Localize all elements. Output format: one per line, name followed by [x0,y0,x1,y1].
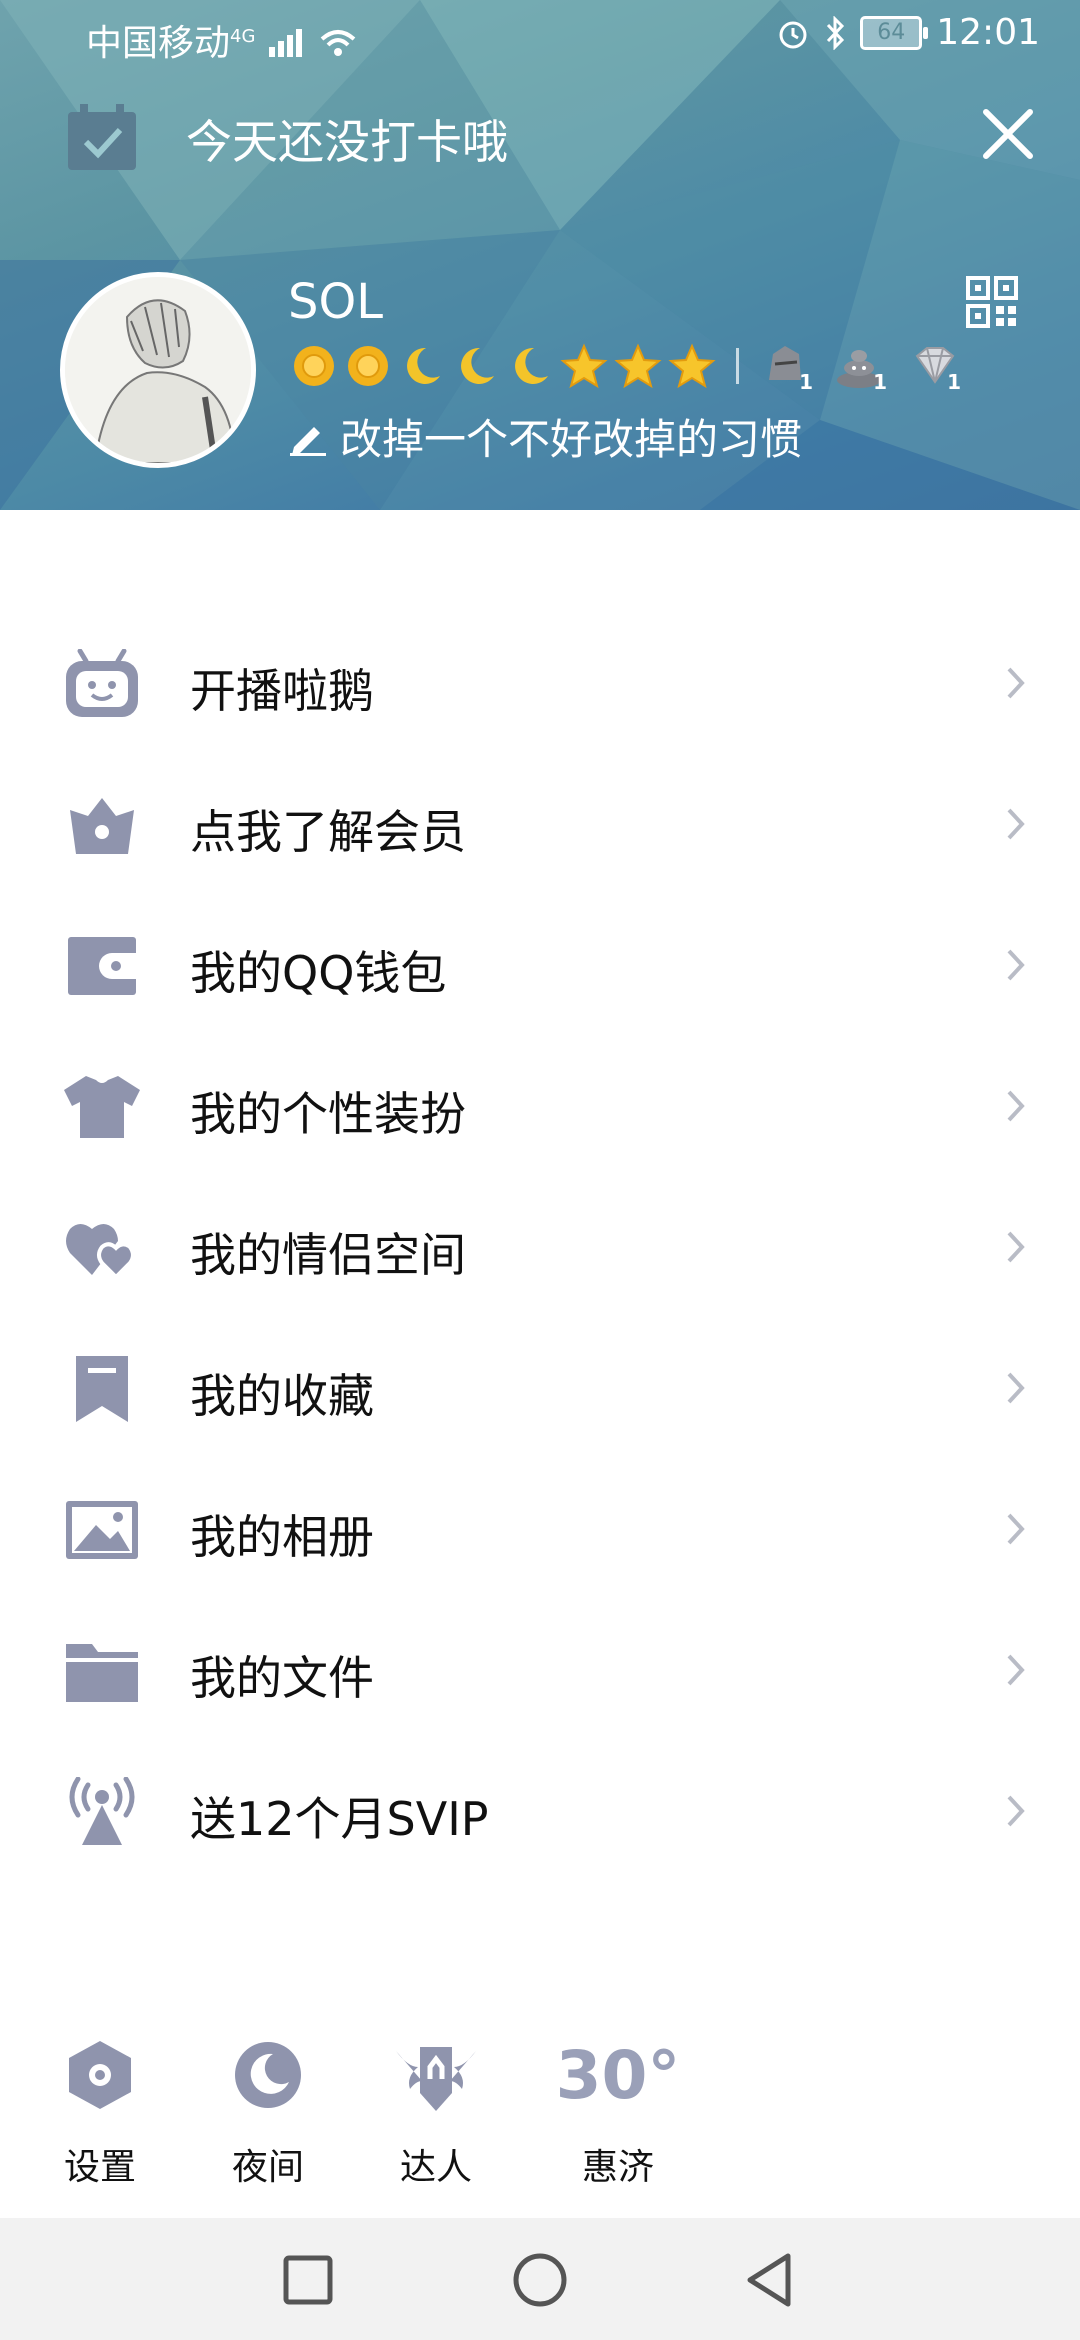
crown-icon [70,798,134,854]
menu-item-label: 我的文件 [190,1651,374,1705]
level-separator [736,348,739,384]
wifi-icon [321,30,356,56]
drawer-menu: 开播啦鹅 点我了解会员 我的QQ钱包 我的个性装扮 我的情侣空间 我的收藏 我的… [0,613,1080,1882]
carrier-label: 中国移动 [86,23,231,64]
wallet-icon [68,937,136,995]
sun-level-icon [294,346,334,386]
home-circle-icon[interactable] [508,2248,572,2312]
night-mode-label: 夜间 [231,2147,304,2188]
poop-badge-count: 1 [873,370,887,394]
menu-item-label: 我的QQ钱包 [190,946,447,1000]
carrier-name: 中国移动4G [86,14,358,66]
pencil-icon [290,426,326,456]
chevron-right-icon [1007,1654,1025,1686]
weather-button[interactable]: 30° 惠济 [548,2030,688,2190]
profile-header: 中国移动4G 64 12:01 今天还没打卡哦 SOL 1 1 1 改掉一个不好… [0,0,1080,510]
bluetooth-icon [827,15,845,50]
signal-icon [268,29,302,57]
moon-level-icon [407,347,440,384]
star-level-icon [560,343,608,389]
chevron-right-icon [1007,667,1025,699]
menu-item-label: 开播啦鹅 [190,664,374,718]
chevron-right-icon [1007,1090,1025,1122]
chevron-right-icon [1007,1231,1025,1263]
star-level-icon [668,343,716,389]
menu-item-wallet[interactable]: 我的QQ钱包 [0,895,1080,1036]
broadcast-icon [69,1777,135,1845]
menu-item-label: 我的情侣空间 [190,1228,466,1282]
menu-item-label: 我的收藏 [190,1369,374,1423]
menu-item-album[interactable]: 我的相册 [0,1459,1080,1600]
star-level-icon [614,343,662,389]
folder-icon [66,1644,138,1702]
network-type: 4G [230,26,256,47]
menu-item-live[interactable]: 开播啦鹅 [0,613,1080,754]
recents-square-icon[interactable] [276,2248,340,2312]
city-label: 惠济 [581,2147,654,2188]
settings-hexagon-icon [69,2041,131,2109]
menu-item-couple[interactable]: 我的情侣空间 [0,1177,1080,1318]
menu-item-vip[interactable]: 点我了解会员 [0,754,1080,895]
chevron-right-icon [1007,808,1025,840]
close-icon[interactable] [976,102,1040,166]
chevron-right-icon [1007,1513,1025,1545]
expert-label: 达人 [399,2147,472,2188]
bookmark-icon [76,1356,128,1422]
photo-icon [66,1501,138,1559]
knight-badge-count: 1 [799,370,813,394]
moon-level-icon [515,347,548,384]
sun-level-icon [348,346,388,386]
qq-level-icons[interactable]: 1 1 1 [290,340,963,394]
night-mode-button[interactable]: 夜间 [198,2030,338,2190]
moon-icon [235,2042,301,2108]
alarm-icon [779,21,807,48]
menu-item-label: 送12个月SVIP [190,1792,489,1846]
diamond-badge-count: 1 [947,370,961,394]
tv-robot-icon [66,649,138,717]
bottom-shortcuts: 设置 夜间 达人 30° 惠济 [0,2030,1080,2189]
avatar[interactable] [60,272,256,468]
winged-badge-icon [396,2047,476,2111]
temperature: 30° [555,2036,681,2114]
knight-badge[interactable]: 1 [759,340,815,394]
menu-item-label: 我的个性装扮 [190,1087,466,1141]
back-triangle-icon[interactable] [738,2248,802,2312]
menu-item-label: 我的相册 [190,1510,374,1564]
hearts-icon [66,1224,135,1280]
expert-button[interactable]: 达人 [366,2030,506,2190]
checkin-text: 今天还没打卡哦 [186,115,508,169]
chevron-right-icon [1007,1795,1025,1827]
poop-badge[interactable]: 1 [833,340,889,394]
settings-button[interactable]: 设置 [30,2030,170,2190]
username[interactable]: SOL [288,274,383,330]
menu-item-svip[interactable]: 送12个月SVIP [0,1741,1080,1882]
menu-item-files[interactable]: 我的文件 [0,1600,1080,1741]
chevron-right-icon [1007,1372,1025,1404]
signature-text: 改掉一个不好改掉的习惯 [340,415,803,464]
avatar-sketch-image [65,277,251,463]
settings-label: 设置 [63,2147,136,2188]
menu-item-theme[interactable]: 我的个性装扮 [0,1036,1080,1177]
chevron-right-icon [1007,949,1025,981]
system-nav-bar [0,2218,1080,2340]
diamond-badge[interactable]: 1 [907,340,963,394]
calendar-check-icon [68,104,136,170]
clock: 12:01 [936,12,1040,53]
menu-item-label: 点我了解会员 [190,805,466,859]
status-bar: 中国移动4G 64 12:01 [0,0,1080,72]
menu-item-favorites[interactable]: 我的收藏 [0,1318,1080,1459]
tshirt-icon [64,1076,140,1138]
checkin-banner[interactable]: 今天还没打卡哦 [0,96,1080,176]
qr-code-icon[interactable] [966,276,1018,328]
moon-level-icon [461,347,494,384]
signature-row[interactable]: 改掉一个不好改掉的习惯 [288,406,802,467]
battery-icon: 64 [860,15,929,50]
